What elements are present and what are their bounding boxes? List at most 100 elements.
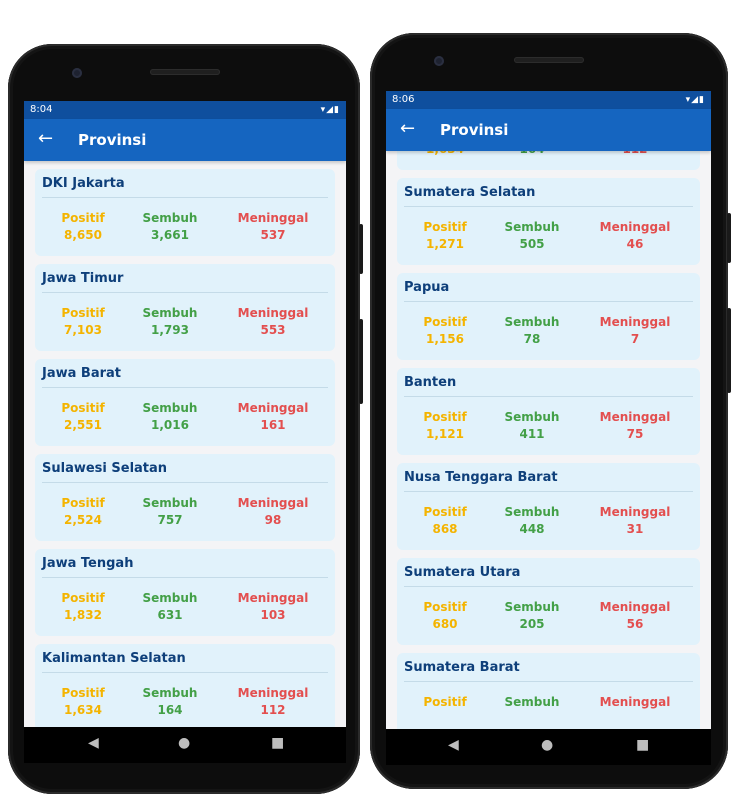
deaths-stat: Meninggal112	[580, 151, 690, 156]
recovered-stat: Sembuh 505	[477, 220, 587, 251]
recovered-label: Sembuh	[504, 220, 560, 234]
deaths-label: Meninggal	[599, 600, 671, 614]
recovered-stat: Sembuh164	[115, 686, 225, 717]
recovered-value: 3,661	[151, 228, 189, 242]
nav-back-icon[interactable]: ◀	[448, 737, 459, 753]
province-card[interactable]: Sumatera Utara Positif 680 Sembuh 205 Meningg…	[397, 558, 700, 645]
recovered-stat: Sembuh	[477, 695, 587, 712]
nav-recents-icon[interactable]: ■	[636, 737, 649, 753]
deaths-value: 553	[260, 323, 286, 337]
back-arrow-icon[interactable]: ←	[38, 127, 53, 151]
deaths-label: Meninggal	[237, 306, 309, 320]
volume-button	[727, 213, 731, 263]
deaths-label: Meninggal	[599, 315, 671, 329]
recovered-stat: Sembuh 631	[115, 591, 225, 622]
front-camera	[72, 68, 82, 78]
android-nav-bar: ◀ ● ■	[386, 729, 711, 765]
deaths-stat: Meninggal 46	[580, 220, 690, 251]
recovered-label: Sembuh	[504, 505, 560, 519]
screen: 8:04 ▾◢▮ ← Provinsi DKI Jakarta Positif 8,…	[24, 101, 346, 763]
province-card[interactable]: Papua Positif 1,156 Sembuh 78 Meninggal 7	[397, 273, 700, 360]
recovered-label: Sembuh	[504, 695, 560, 709]
app-bar: ← Provinsi	[386, 109, 711, 151]
recovered-value: 448	[519, 522, 545, 536]
nav-back-icon[interactable]: ◀	[88, 735, 99, 751]
nav-recents-icon[interactable]: ■	[271, 735, 284, 751]
province-name: Jawa Tengah	[42, 556, 328, 578]
deaths-value: 7	[630, 332, 640, 346]
province-name: Sulawesi Selatan	[42, 461, 328, 483]
province-list[interactable]: Kalimantan SelatanPositif1,634Sembuh164M…	[386, 151, 711, 729]
deaths-label: Meninggal	[237, 211, 309, 225]
status-icons: ▾◢▮	[685, 95, 705, 105]
deaths-value: 56	[626, 617, 644, 631]
recovered-value: 78	[523, 332, 541, 346]
deaths-label: Meninggal	[237, 591, 309, 605]
recovered-stat: Sembuh 3,661	[115, 211, 225, 242]
recovered-value: 164	[157, 703, 183, 717]
phone-left: 8:04 ▾◢▮ ← Provinsi DKI Jakarta Positif 8,…	[8, 44, 363, 794]
status-bar: 8:06 ▾◢▮	[386, 91, 711, 109]
deaths-label: Meninggal	[599, 410, 671, 424]
province-name: Sumatera Barat	[404, 660, 693, 682]
deaths-stat: Meninggal 98	[218, 496, 328, 527]
recovered-value: 1,793	[151, 323, 189, 337]
recovered-stat: Sembuh 757	[115, 496, 225, 527]
deaths-label: Meninggal	[237, 496, 309, 510]
deaths-value: 98	[264, 513, 282, 527]
province-card[interactable]: Sumatera Barat Positif Sembuh Meninggal	[397, 653, 700, 729]
recovered-value: 631	[157, 608, 183, 622]
province-name: Papua	[404, 280, 693, 302]
deaths-value: 75	[626, 427, 644, 441]
recovered-label: Sembuh	[142, 211, 198, 225]
recovered-label: Sembuh	[142, 591, 198, 605]
recovered-stat: Sembuh 205	[477, 600, 587, 631]
province-name: Jawa Barat	[42, 366, 328, 388]
province-name: Sumatera Selatan	[404, 185, 693, 207]
province-name: Sumatera Utara	[404, 565, 693, 587]
province-card[interactable]: Banten Positif 1,121 Sembuh 411 Meninggal 75	[397, 368, 700, 455]
status-time: 8:04	[30, 104, 53, 115]
province-name: Kalimantan Selatan	[42, 651, 328, 673]
province-card[interactable]: Jawa Barat Positif 2,551 Sembuh 1,016 Meningg…	[35, 359, 335, 446]
province-name: DKI Jakarta	[42, 176, 328, 198]
recovered-value: 505	[519, 237, 545, 251]
status-bar: 8:04 ▾◢▮	[24, 101, 346, 119]
province-card[interactable]: Kalimantan SelatanPositif1,634Sembuh164M…	[397, 151, 700, 170]
province-card[interactable]: Sulawesi Selatan Positif 2,524 Sembuh 757 Men…	[35, 454, 335, 541]
page-title: Provinsi	[440, 121, 509, 139]
province-name: Banten	[404, 375, 693, 397]
recovered-label: Sembuh	[504, 315, 560, 329]
province-card[interactable]: Nusa Tenggara Barat Positif 868 Sembuh 448 Me…	[397, 463, 700, 550]
deaths-label: Meninggal	[237, 686, 309, 700]
back-arrow-icon[interactable]: ←	[400, 117, 415, 141]
app-bar: ← Provinsi	[24, 119, 346, 161]
recovered-stat: Sembuh164	[477, 151, 587, 156]
province-card[interactable]: Jawa Tengah Positif 1,832 Sembuh 631 Meningga…	[35, 549, 335, 636]
deaths-value: 112	[260, 703, 286, 717]
nav-home-icon[interactable]: ●	[178, 735, 190, 751]
deaths-value: 46	[626, 237, 644, 251]
deaths-stat: Meninggal 75	[580, 410, 690, 441]
deaths-stat: Meninggal 56	[580, 600, 690, 631]
deaths-value: 112	[580, 151, 690, 156]
province-card[interactable]: DKI Jakarta Positif 8,650 Sembuh 3,661 Mening…	[35, 169, 335, 256]
nav-home-icon[interactable]: ●	[541, 737, 553, 753]
recovered-stat: Sembuh 448	[477, 505, 587, 536]
deaths-stat: Meninggal 7	[580, 315, 690, 346]
deaths-value: 103	[260, 608, 286, 622]
province-card[interactable]: Sumatera Selatan Positif 1,271 Sembuh 505 Men…	[397, 178, 700, 265]
recovered-stat: Sembuh 1,793	[115, 306, 225, 337]
deaths-stat: Meninggal	[580, 695, 690, 712]
front-camera	[434, 56, 444, 66]
page-title: Provinsi	[78, 131, 147, 149]
status-icons: ▾◢▮	[320, 105, 340, 115]
province-card[interactable]: Kalimantan SelatanPositif1,634Sembuh164M…	[35, 644, 335, 727]
deaths-value: 161	[260, 418, 286, 432]
recovered-value: 757	[157, 513, 183, 527]
deaths-label: Meninggal	[599, 505, 671, 519]
province-list[interactable]: DKI Jakarta Positif 8,650 Sembuh 3,661 Mening…	[24, 161, 346, 727]
recovered-value: 205	[519, 617, 545, 631]
deaths-stat: Meninggal 553	[218, 306, 328, 337]
province-card[interactable]: Jawa Timur Positif 7,103 Sembuh 1,793 Meningg…	[35, 264, 335, 351]
